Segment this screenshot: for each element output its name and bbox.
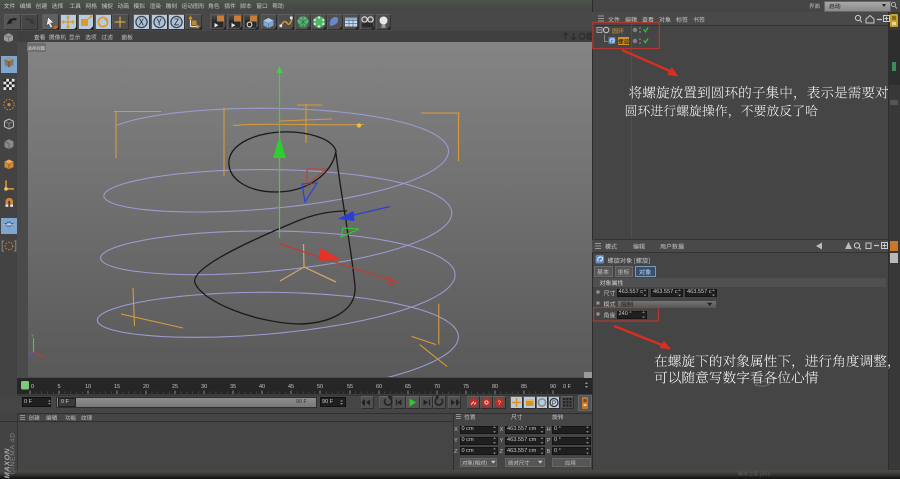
svg-text:X: X [46, 358, 49, 363]
svg-text:Y: Y [31, 333, 34, 338]
